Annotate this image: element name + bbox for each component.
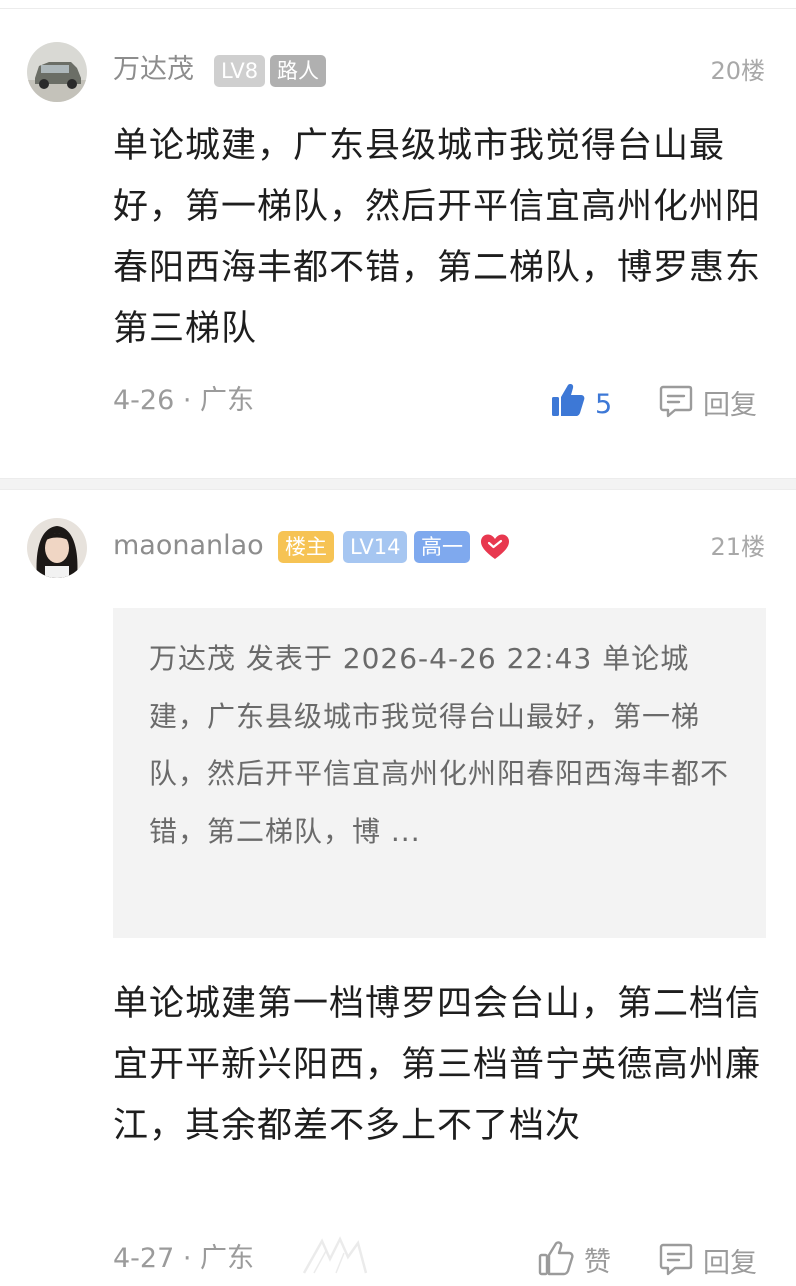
reply-label: 回复 [703,1248,757,1279]
site-watermark [300,1233,510,1279]
role-badge: 路人 [270,55,326,87]
comment-text: 单论城建第一档博罗四会台山，第二档信宜开平新兴阳西，第三档普宁英德高州廉江，其余… [113,984,762,1146]
avatar[interactable] [27,42,87,102]
comment-icon [659,384,693,428]
thumbs-up-filled-icon [551,382,585,428]
reply-button[interactable]: 回复 [659,1242,757,1286]
timestamp-location: 4-26 · 广东 [113,385,255,416]
comment-floor-20: 万达茂 LV8 路人 20楼 单论城建，广东县级城市我觉得台山最好，第一梯队，然… [0,0,796,480]
reply-button[interactable]: 回复 [659,384,757,428]
comment-floor-21: maonanlao 楼主 LV14 高一 21楼 万达茂 发表于 2026-4-… [0,490,796,1280]
quoted-reply[interactable]: 万达茂 发表于 2026-4-26 22:43 单论城建，广东县级城市我觉得台山… [113,608,766,938]
op-badge: 楼主 [278,531,334,563]
like-count: 5 [595,389,613,420]
like-button[interactable]: 赞 [538,1240,611,1286]
level-badge: LV8 [214,55,266,87]
floor-number: 21楼 [710,533,765,561]
heart-icon [480,533,510,565]
floor-number: 20楼 [710,57,765,85]
floor-divider [0,478,796,490]
like-button[interactable]: 5 [551,382,612,428]
like-label: 赞 [584,1247,611,1278]
timestamp-location: 4-27 · 广东 [113,1243,255,1274]
username[interactable]: 万达茂 [113,52,194,88]
avatar[interactable] [27,518,87,578]
grade-badge: 高一 [414,531,470,563]
comment-icon [659,1242,693,1286]
username[interactable]: maonanlao [113,528,264,564]
level-badge: LV14 [343,531,408,563]
thumbs-up-outline-icon [538,1240,574,1286]
reply-label: 回复 [703,390,757,421]
quote-text: 万达茂 发表于 2026-4-26 22:43 单论城建，广东县级城市我觉得台山… [149,642,730,848]
comment-text: 单论城建，广东县级城市我觉得台山最好，第一梯队，然后开平信宜高州化州阳春阳西海丰… [113,126,762,349]
